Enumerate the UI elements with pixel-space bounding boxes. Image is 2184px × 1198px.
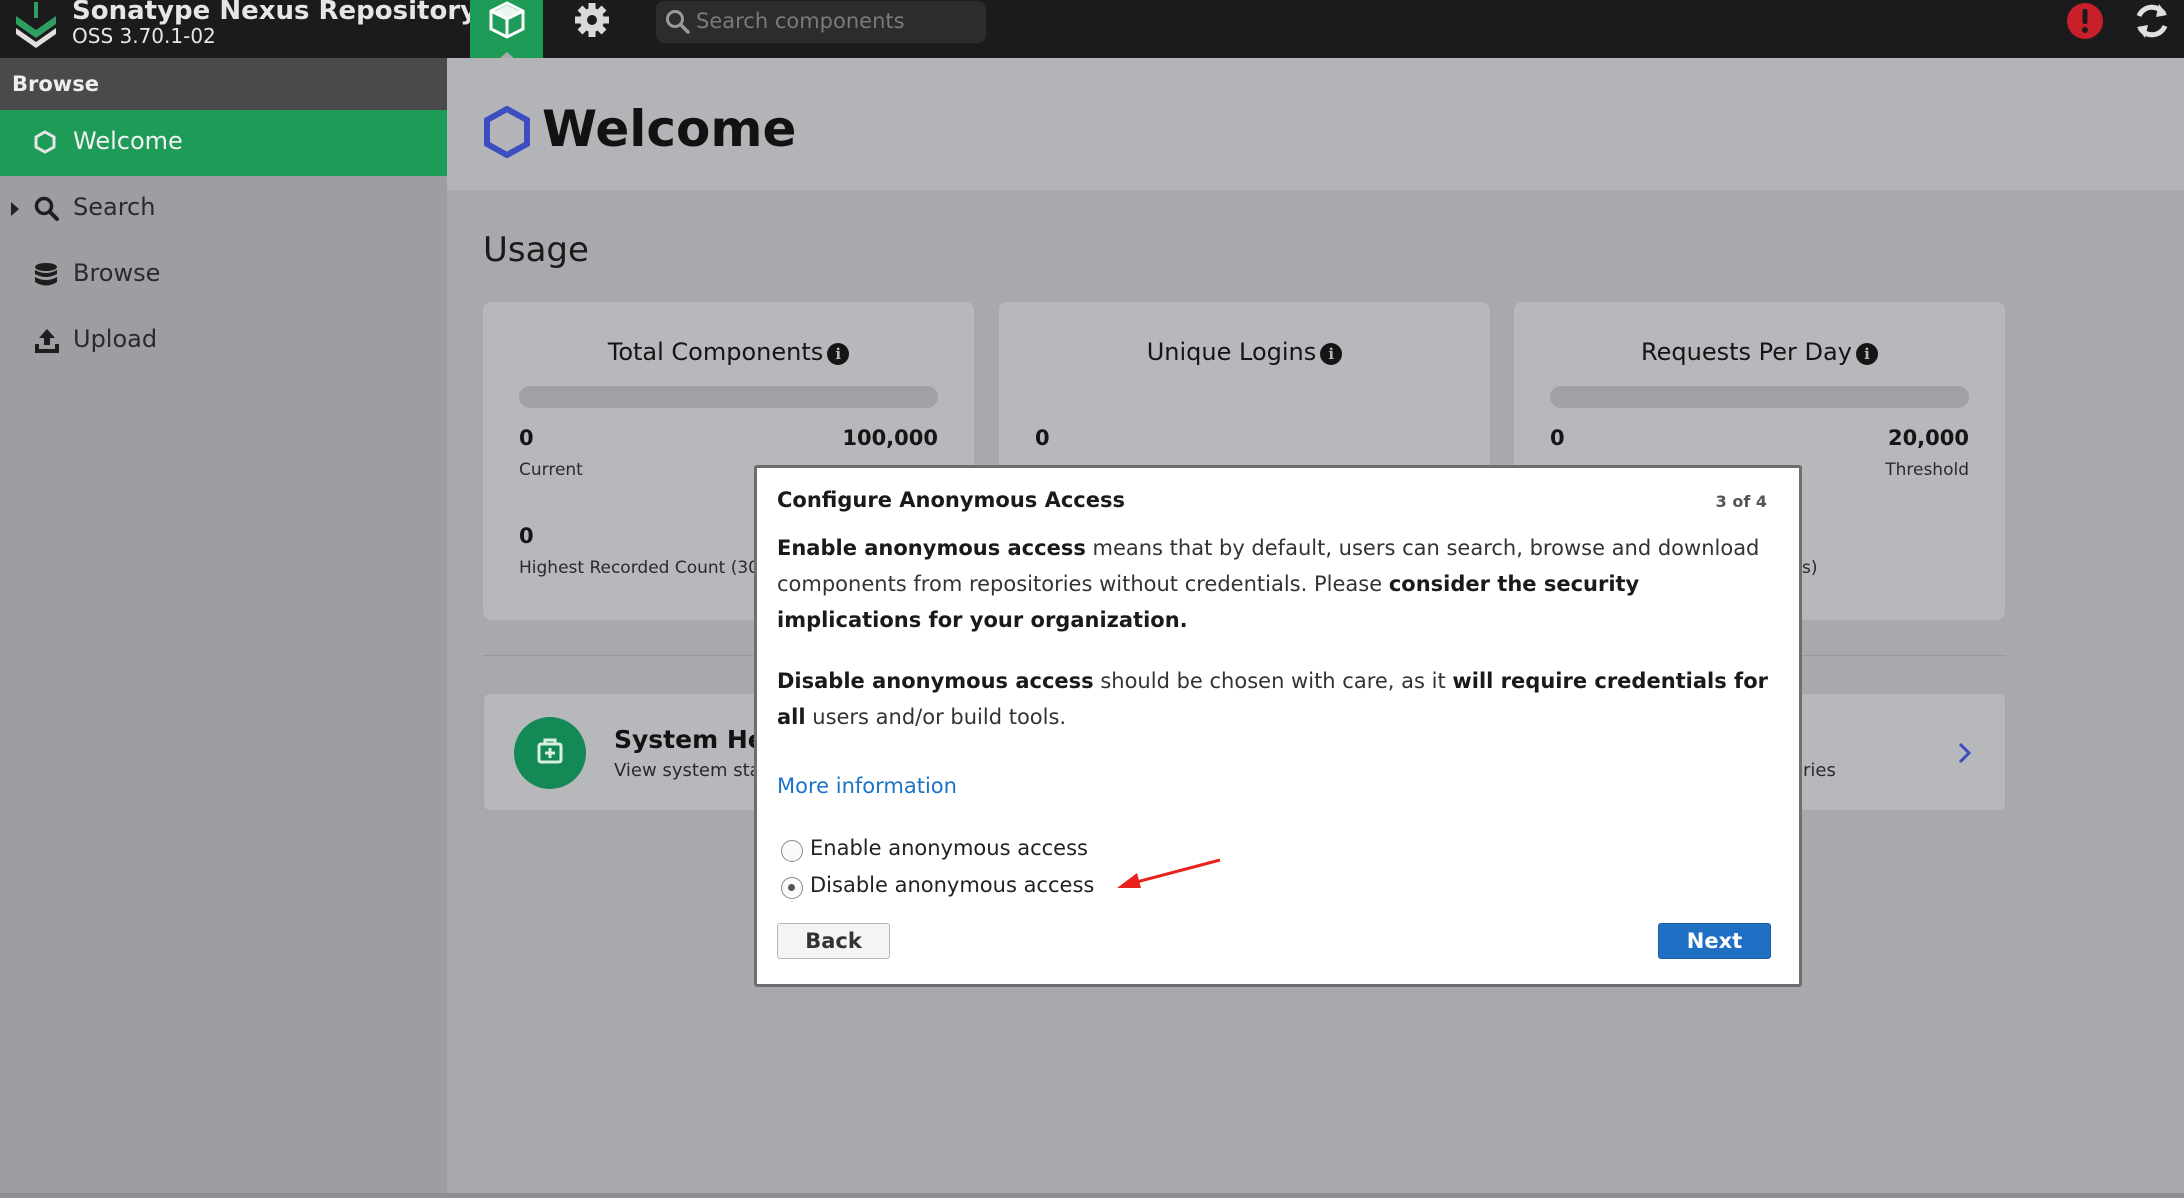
upload-icon <box>35 329 59 353</box>
info-icon[interactable]: i <box>1320 343 1343 365</box>
disable-description: Disable anonymous access should be chose… <box>777 669 1768 729</box>
radio-label: Enable anonymous access <box>810 836 1088 860</box>
sidebar: Browse Welcome Search Browse Upload <box>0 58 447 1198</box>
back-button[interactable]: Back <box>777 923 890 959</box>
next-button[interactable]: Next <box>1658 923 1771 959</box>
cube-icon <box>489 1 525 39</box>
enable-description: Enable anonymous access means that by de… <box>777 536 1760 632</box>
expand-caret-icon[interactable] <box>11 202 19 216</box>
disable-anonymous-radio[interactable]: Disable anonymous access <box>781 873 1101 903</box>
health-description: View system stat <box>614 760 768 781</box>
step-indicator: 3 of 4 <box>1715 492 1767 511</box>
radio-button[interactable] <box>781 840 803 862</box>
search-icon <box>666 10 690 34</box>
database-icon <box>35 263 57 286</box>
info-icon[interactable]: i <box>827 343 850 365</box>
sidebar-item-browse[interactable]: Browse <box>0 242 447 308</box>
red-annotation-arrow-icon <box>1117 858 1221 888</box>
sidebar-item-welcome[interactable]: Welcome <box>0 110 447 176</box>
bottom-border <box>0 1193 2184 1198</box>
radio-label: Disable anonymous access <box>810 873 1095 897</box>
info-icon[interactable]: i <box>1855 343 1878 365</box>
threshold-value: 20,000 <box>1887 426 1969 450</box>
usage-bar <box>1550 386 1969 408</box>
top-bar: Sonatype Nexus Repository OSS 3.70.1-02 <box>0 0 2184 59</box>
health-kit-icon <box>514 717 586 789</box>
nav-browse-button[interactable] <box>470 0 543 59</box>
welcome-hexagon-icon <box>484 106 530 158</box>
page-title: Welcome <box>542 100 797 158</box>
card-title: Unique Logins i <box>999 338 1490 366</box>
gear-icon[interactable] <box>568 0 616 40</box>
magnifier-icon <box>34 196 59 221</box>
highest-value: 0 <box>519 524 534 548</box>
hexagon-icon <box>34 130 56 154</box>
chevron-right-icon[interactable] <box>1955 738 1975 768</box>
max-value: 100,000 <box>842 426 938 450</box>
sidebar-item-upload[interactable]: Upload <box>0 308 447 374</box>
component-search[interactable] <box>656 1 986 43</box>
sidebar-item-label: Search <box>73 193 156 221</box>
card-title: Total Components i <box>483 338 974 366</box>
more-information-link[interactable]: More information <box>777 774 957 798</box>
configure-anonymous-access-dialog: Configure Anonymous Access 3 of 4 Enable… <box>754 465 1802 987</box>
app-version: OSS 3.70.1-02 <box>72 24 216 48</box>
card-title: Requests Per Day i <box>1514 338 2005 366</box>
threshold-label: Threshold <box>1885 460 1969 480</box>
sidebar-item-label: Welcome <box>73 127 183 155</box>
app-title: Sonatype Nexus Repository <box>72 0 478 26</box>
sidebar-item-search[interactable]: Search <box>0 176 447 242</box>
nexus-logo-icon <box>16 2 56 48</box>
sidebar-header: Browse <box>0 58 447 110</box>
enable-anonymous-radio[interactable]: Enable anonymous access <box>781 836 1101 866</box>
sidebar-item-label: Upload <box>73 325 158 353</box>
current-label: Current <box>519 460 583 480</box>
alert-icon[interactable] <box>2065 1 2105 41</box>
radio-button-selected[interactable] <box>781 877 803 899</box>
logins-value: 0 <box>1035 426 1050 450</box>
sidebar-item-label: Browse <box>73 259 161 287</box>
search-input[interactable] <box>696 5 976 37</box>
highest-label: Highest Recorded Count (30 d <box>519 558 776 578</box>
refresh-icon[interactable] <box>2132 0 2172 42</box>
current-value: 0 <box>519 426 534 450</box>
dialog-title: Configure Anonymous Access <box>777 488 1125 512</box>
usage-bar <box>519 386 938 408</box>
requests-value: 0 <box>1550 426 1565 450</box>
usage-title: Usage <box>483 230 589 270</box>
